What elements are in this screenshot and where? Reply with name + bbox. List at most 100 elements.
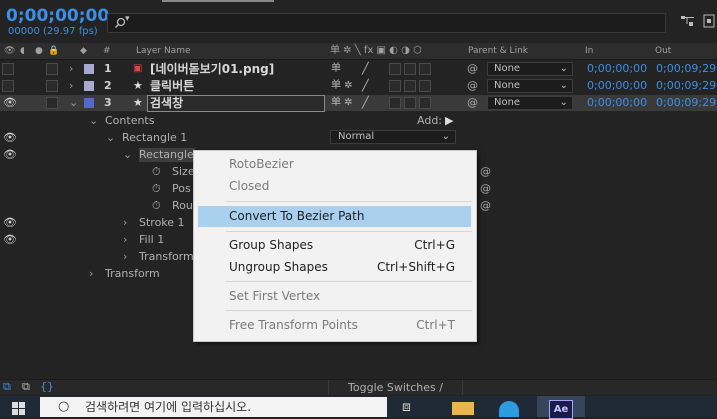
contents-chevron-icon[interactable]: ⌄ xyxy=(89,113,98,129)
transform-inner-chevron-icon[interactable]: › xyxy=(123,249,127,265)
label-color-swatch[interactable] xyxy=(84,64,94,74)
path-chevron-icon[interactable]: ⌄ xyxy=(123,147,132,163)
modes-toggle-icon[interactable]: ⧉ xyxy=(22,380,30,394)
video-switch[interactable] xyxy=(2,63,14,75)
label-color-swatch[interactable] xyxy=(84,98,94,108)
taskbar-search-box[interactable]: ○ 검색하려면 여기에 입력하십시오. xyxy=(40,397,387,417)
layer-name-column-header[interactable]: Layer Name xyxy=(136,43,191,59)
layer-name[interactable]: 클릭버튼 xyxy=(150,78,194,94)
out-point[interactable]: 0;00;09;29 xyxy=(656,78,716,94)
composition-flowchart-icon[interactable] xyxy=(680,14,696,28)
shape-layer-star-icon: ★ xyxy=(133,79,143,92)
group-transform[interactable]: Transform xyxy=(139,249,194,265)
layer-row-selected[interactable]: 👁 ⌄ 3 ★ 검색창 单 ✲ ╱ @ None ⌄ 0;00;00;00 0;0… xyxy=(0,95,717,112)
layer-name[interactable]: 검색창 xyxy=(150,95,183,111)
eye-icon[interactable]: 👁 xyxy=(3,130,17,146)
toggle-switches-modes-button[interactable]: Toggle Switches / Modes xyxy=(328,380,463,409)
stopwatch-icon[interactable]: ⏱ xyxy=(152,164,161,180)
file-explorer-icon[interactable] xyxy=(452,402,474,415)
task-view-icon[interactable]: ⧈ xyxy=(402,399,411,415)
layer-search-input[interactable]: ▾ xyxy=(107,13,666,33)
menu-item-free-transform[interactable]: Free Transform Points Ctrl+T xyxy=(198,315,471,336)
rectangle-group[interactable]: Rectangle 1 xyxy=(122,130,187,146)
pick-whip-icon[interactable]: @ xyxy=(467,78,478,94)
expression-spiral-icon[interactable]: @ xyxy=(480,198,491,214)
expand-chevron-icon[interactable]: › xyxy=(69,78,73,94)
add-menu-play-icon[interactable]: ▶ xyxy=(445,113,453,129)
eye-icon[interactable]: 👁 xyxy=(3,215,17,231)
shy-switch-icon[interactable]: 单 xyxy=(331,61,341,77)
menu-item-group-shapes[interactable]: Group Shapes Ctrl+G xyxy=(198,235,471,256)
menu-shortcut: Ctrl+G xyxy=(414,238,455,252)
menu-item-closed[interactable]: Closed xyxy=(198,176,471,197)
eye-icon[interactable]: 👁 xyxy=(3,95,17,111)
stopwatch-icon[interactable]: ⏱ xyxy=(152,181,161,197)
parent-dropdown[interactable]: None ⌄ xyxy=(487,62,573,76)
adjustment-switch[interactable] xyxy=(404,80,416,92)
contents-group[interactable]: Contents xyxy=(105,113,154,129)
stroke-group[interactable]: Stroke 1 xyxy=(139,215,185,231)
in-point[interactable]: 0;00;00;00 xyxy=(587,61,647,77)
eye-icon[interactable]: 👁 xyxy=(3,147,17,163)
lock-switch[interactable] xyxy=(46,97,58,109)
graph-editor-icon[interactable] xyxy=(703,14,715,28)
expression-spiral-icon[interactable]: @ xyxy=(480,181,491,197)
stopwatch-icon[interactable]: ⏱ xyxy=(152,198,161,214)
collapse-chevron-icon[interactable]: ⌄ xyxy=(69,95,78,111)
pick-whip-icon[interactable]: @ xyxy=(467,61,478,77)
shy-switch-icon[interactable]: 单 ✲ xyxy=(331,95,353,111)
adjustment-switch[interactable] xyxy=(404,97,416,109)
windows-start-icon[interactable] xyxy=(12,402,26,416)
fill-chevron-icon[interactable]: › xyxy=(123,232,127,248)
3d-switch[interactable] xyxy=(419,80,431,92)
in-point[interactable]: 0;00;00;00 xyxy=(587,95,647,111)
motion-blur-switch[interactable] xyxy=(389,63,401,75)
expand-chevron-icon[interactable]: › xyxy=(69,61,73,77)
3d-switch[interactable] xyxy=(419,63,431,75)
position-property[interactable]: Pos xyxy=(172,181,191,197)
in-point[interactable]: 0;00;00;00 xyxy=(587,78,647,94)
layer-row[interactable]: › 1 ▣ [네이버돋보기01.png] 单 ╱ @ None ⌄ 0;00;00… xyxy=(0,61,717,77)
fill-group[interactable]: Fill 1 xyxy=(139,232,164,248)
rectangle-path-selected[interactable]: Rectangle xyxy=(139,148,195,162)
blend-mode-dropdown[interactable]: Normal ⌄ xyxy=(330,130,456,144)
eye-icon[interactable]: 👁 xyxy=(3,232,17,248)
roundness-property[interactable]: Rou xyxy=(172,198,193,214)
video-switch[interactable] xyxy=(2,80,14,92)
label-color-swatch[interactable] xyxy=(84,81,94,91)
quality-switch-icon[interactable]: ╱ xyxy=(362,95,369,111)
expression-spiral-icon[interactable]: @ xyxy=(480,164,491,180)
3d-switch[interactable] xyxy=(419,97,431,109)
pick-whip-icon[interactable]: @ xyxy=(467,95,478,111)
layer-number: 3 xyxy=(104,96,112,109)
layer-name[interactable]: [네이버돋보기01.png] xyxy=(150,61,274,77)
edge-browser-icon[interactable] xyxy=(499,401,519,417)
adjustment-switch[interactable] xyxy=(404,63,416,75)
shy-switch-icon[interactable]: 单 ✲ xyxy=(331,78,353,94)
lock-switch[interactable] xyxy=(46,80,58,92)
stroke-chevron-icon[interactable]: › xyxy=(123,215,127,231)
size-property[interactable]: Size xyxy=(172,164,195,180)
parent-dropdown[interactable]: None ⌄ xyxy=(487,96,573,110)
in-out-toggle-icon[interactable]: {} xyxy=(40,380,54,393)
quality-switch-icon[interactable]: ╱ xyxy=(362,78,369,94)
menu-item-convert-to-bezier[interactable]: Convert To Bezier Path xyxy=(198,206,471,227)
menu-item-ungroup-shapes[interactable]: Ungroup Shapes Ctrl+Shift+G xyxy=(198,257,471,278)
layer-row[interactable]: › 2 ★ 클릭버튼 单 ✲ ╱ @ None ⌄ 0;00;00;00 0;00… xyxy=(0,78,717,94)
motion-blur-switch[interactable] xyxy=(389,80,401,92)
menu-item-rotobezier[interactable]: RotoBezier xyxy=(198,154,471,175)
audio-column-icon: ◖ xyxy=(20,46,25,56)
chevron-down-icon: ⌄ xyxy=(441,131,450,142)
rect-group-chevron-icon[interactable]: ⌄ xyxy=(106,130,115,146)
layer-switches-toggle-icon[interactable]: ⧉ xyxy=(3,380,11,394)
parent-dropdown[interactable]: None ⌄ xyxy=(487,79,573,93)
out-point[interactable]: 0;00;09;29 xyxy=(656,95,716,111)
motion-blur-switch[interactable] xyxy=(389,97,401,109)
current-timecode[interactable]: 0;00;00;00 xyxy=(6,6,109,26)
layer-transform[interactable]: Transform xyxy=(105,266,160,282)
lock-switch[interactable] xyxy=(46,63,58,75)
out-point[interactable]: 0;00;09;29 xyxy=(656,61,716,77)
transform-chevron-icon[interactable]: › xyxy=(89,266,93,282)
quality-switch-icon[interactable]: ╱ xyxy=(362,61,369,77)
menu-item-set-first-vertex[interactable]: Set First Vertex xyxy=(198,286,471,307)
